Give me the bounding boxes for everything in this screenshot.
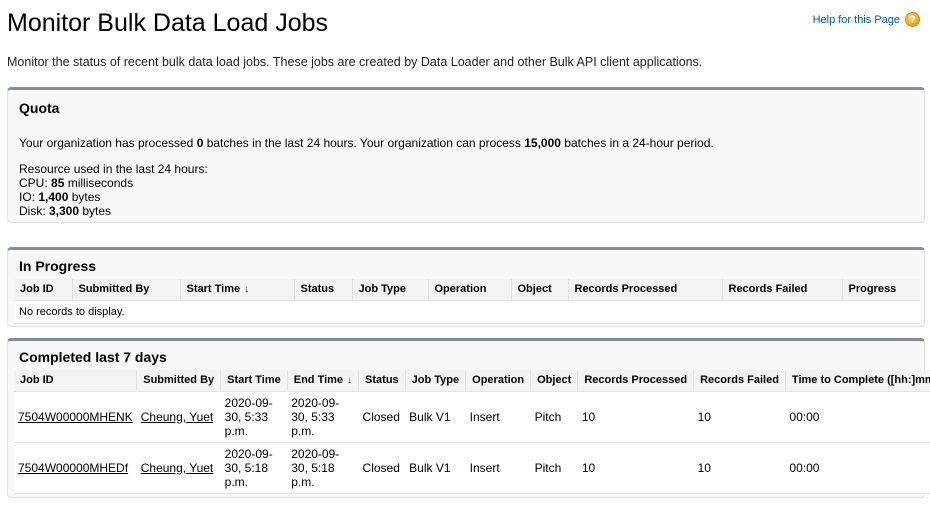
job-id-cell: 7504W00000MHEDf [14, 442, 137, 494]
col-submitted-by[interactable]: Submitted By [136, 370, 222, 392]
job-id-link[interactable]: 7504W00000MHEDf [18, 461, 128, 475]
submitted-by-link[interactable]: Cheung, Yuet [141, 461, 214, 475]
end-time-cell: 2020-09-30, 5:18 p.m. [287, 442, 359, 494]
empty-message: No records to display. [14, 300, 920, 324]
resource-usage: Resource used in the last 24 hours: CPU:… [19, 162, 208, 218]
col-operation[interactable]: Operation [428, 279, 512, 301]
quota-panel: Quota Your organization has processed 0 … [7, 87, 925, 223]
io-unit: bytes [68, 190, 101, 204]
col-end-time[interactable]: End Time ↓ [287, 370, 360, 392]
cpu-value: 85 [51, 176, 65, 190]
sort-descending-icon: ↓ [244, 284, 250, 296]
object-cell: Pitch [530, 442, 578, 494]
time-to-complete-cell: 00:00 [785, 391, 930, 443]
col-time-to-complete[interactable]: Time to Complete ([hh:]mm:ss) [785, 370, 930, 392]
cpu-unit: milliseconds [64, 176, 134, 190]
table-row: 7504W00000MHEDf Cheung, Yuet 2020-09-30,… [14, 442, 930, 494]
col-progress[interactable]: Progress [842, 279, 920, 301]
help-link[interactable]: Help for this Page [813, 14, 900, 26]
submitted-by-cell: Cheung, Yuet [136, 391, 221, 443]
records-processed-cell: 10 [577, 391, 694, 443]
job-id-link[interactable]: 7504W00000MHENK [18, 410, 133, 424]
quota-text: batches in the last 24 hours. Your organ… [203, 136, 525, 150]
io-value: 1,400 [38, 190, 69, 204]
submitted-by-link[interactable]: Cheung, Yuet [141, 410, 214, 424]
status-cell: Closed [358, 442, 406, 494]
help-area: Help for this Page ? [813, 12, 920, 27]
quota-title: Quota [19, 100, 60, 116]
page-header: Monitor Bulk Data Load Jobs Help for thi… [0, 0, 930, 52]
question-icon[interactable]: ? [905, 12, 920, 27]
col-submitted-by[interactable]: Submitted By [72, 279, 181, 301]
disk-unit: bytes [79, 204, 112, 218]
page-description: Monitor the status of recent bulk data l… [7, 55, 703, 69]
status-cell: Closed [358, 391, 406, 443]
col-start-time-label: Start Time [186, 283, 241, 296]
col-records-processed[interactable]: Records Processed [577, 370, 695, 392]
disk-value: 3,300 [49, 204, 80, 218]
col-object[interactable]: Object [530, 370, 579, 392]
completed-panel: Completed last 7 days Job ID Submitted B… [7, 338, 930, 498]
records-failed-cell: 10 [693, 442, 786, 494]
completed-table: Job ID Submitted By Start Time End Time ↓… [14, 370, 930, 494]
col-job-id[interactable]: Job ID [14, 279, 73, 301]
col-start-time[interactable]: Start Time [220, 370, 288, 392]
job-id-cell: 7504W00000MHENK [14, 391, 137, 443]
object-cell: Pitch [530, 391, 578, 443]
resource-label: Resource used in the last 24 hours: [19, 162, 208, 176]
col-end-time-label: End Time [293, 374, 344, 387]
sort-descending-icon: ↓ [347, 375, 353, 387]
col-start-time[interactable]: Start Time ↓ [180, 279, 295, 301]
time-to-complete-cell: 00:00 [785, 442, 930, 494]
disk-usage: Disk: 3,300 bytes [19, 204, 208, 218]
col-object[interactable]: Object [511, 279, 569, 301]
job-type-cell: Bulk V1 [405, 391, 466, 443]
quota-text: Your organization has processed [19, 136, 197, 150]
start-time-cell: 2020-09-30, 5:33 p.m. [220, 391, 288, 443]
in-progress-panel: In Progress Job ID Submitted By Start Ti… [7, 247, 925, 327]
col-operation[interactable]: Operation [465, 370, 532, 392]
col-job-id[interactable]: Job ID [14, 370, 138, 392]
batches-capacity: 15,000 [524, 136, 561, 150]
operation-cell: Insert [465, 442, 531, 494]
col-job-type[interactable]: Job Type [405, 370, 467, 392]
table-header-row: Job ID Submitted By Start Time End Time ↓… [14, 370, 930, 392]
col-status[interactable]: Status [294, 279, 353, 301]
submitted-by-cell: Cheung, Yuet [136, 442, 221, 494]
empty-row: No records to display. [14, 300, 920, 324]
cpu-usage: CPU: 85 milliseconds [19, 176, 208, 190]
completed-title: Completed last 7 days [19, 349, 167, 365]
in-progress-title: In Progress [19, 258, 97, 274]
col-status[interactable]: Status [358, 370, 406, 392]
in-progress-table: Job ID Submitted By Start Time ↓ Status J… [14, 279, 920, 324]
quota-summary: Your organization has processed 0 batche… [19, 136, 714, 150]
cpu-label: CPU: [19, 176, 52, 190]
quota-text: batches in a 24-hour period. [560, 136, 714, 150]
records-failed-cell: 10 [693, 391, 786, 443]
operation-cell: Insert [465, 391, 531, 443]
job-type-cell: Bulk V1 [405, 442, 466, 494]
table-row: 7504W00000MHENK Cheung, Yuet 2020-09-30,… [14, 391, 930, 443]
records-processed-cell: 10 [577, 442, 694, 494]
io-label: IO: [19, 190, 39, 204]
col-records-failed[interactable]: Records Failed [693, 370, 786, 392]
io-usage: IO: 1,400 bytes [19, 190, 208, 204]
col-job-type[interactable]: Job Type [352, 279, 429, 301]
table-header-row: Job ID Submitted By Start Time ↓ Status J… [14, 279, 920, 301]
col-records-processed[interactable]: Records Processed [568, 279, 723, 301]
disk-label: Disk: [19, 204, 49, 218]
start-time-cell: 2020-09-30, 5:18 p.m. [220, 442, 288, 494]
col-records-failed[interactable]: Records Failed [722, 279, 843, 301]
end-time-cell: 2020-09-30, 5:33 p.m. [287, 391, 359, 443]
page-title: Monitor Bulk Data Load Jobs [7, 9, 329, 37]
